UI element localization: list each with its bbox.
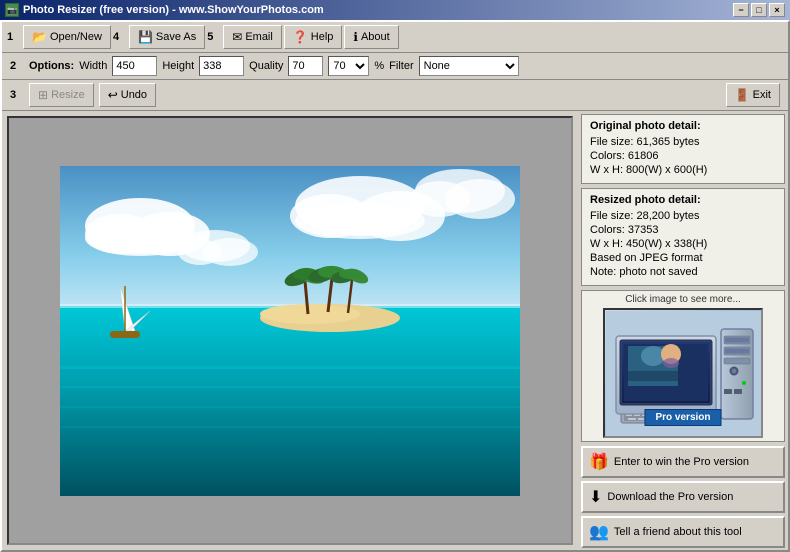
width-label: Width (79, 60, 107, 72)
close-button[interactable]: × (769, 3, 785, 17)
resized-detail-box: Resized photo detail: File size: 28,200 … (581, 188, 785, 286)
options-row: 2 Options: Width Height Quality 70809010… (2, 53, 788, 80)
resized-format: Based on JPEG format (590, 252, 776, 264)
original-colors: Colors: 61806 (590, 150, 776, 162)
right-panel: Original photo detail: File size: 61,365… (578, 111, 788, 550)
download-pro-icon: ⬇ (589, 487, 602, 507)
content-area: Original photo detail: File size: 61,365… (2, 111, 788, 550)
email-button[interactable]: ✉ Email (223, 25, 282, 49)
height-input[interactable] (199, 56, 244, 76)
title-bar: 📷 Photo Resizer (free version) - www.Sho… (0, 0, 790, 20)
options-label: Options: (29, 60, 74, 72)
step2-label: 2 (10, 60, 22, 72)
pro-version-badge: Pro version (644, 409, 721, 426)
photo-image (60, 166, 520, 496)
resized-colors: Colors: 37353 (590, 224, 776, 236)
resize-button[interactable]: ⊞ Resize (29, 83, 94, 107)
email-icon: ✉ (232, 30, 242, 44)
enter-pro-button[interactable]: 🎁 Enter to win the Pro version (581, 446, 785, 478)
filter-label: Filter (389, 60, 413, 72)
original-detail-title: Original photo detail: (590, 120, 776, 132)
quality-input[interactable] (288, 56, 323, 76)
step5-label: 5 (207, 31, 219, 43)
width-input[interactable] (112, 56, 157, 76)
filter-select[interactable]: NoneSharpenBlurGrayscale (419, 56, 519, 76)
save-as-button[interactable]: 💾 Save As (129, 25, 205, 49)
title-text: Photo Resizer (free version) - www.ShowY… (23, 4, 324, 16)
app-icon: 📷 (5, 3, 19, 17)
about-icon: ℹ (353, 30, 358, 44)
photo-svg (60, 166, 520, 496)
undo-icon: ↩ (108, 88, 118, 102)
toolbar: 1 📂 Open/New 4 💾 Save As 5 ✉ Email ❓ Hel… (2, 22, 788, 53)
promo-image[interactable]: Pro version (603, 308, 763, 438)
step1-label: 1 (7, 31, 19, 43)
resized-filesize: File size: 28,200 bytes (590, 210, 776, 222)
resized-note: Note: photo not saved (590, 266, 776, 278)
tell-friend-icon: 👥 (589, 522, 609, 542)
maximize-button[interactable]: □ (751, 3, 767, 17)
quality-unit: % (374, 60, 384, 72)
enter-pro-icon: 🎁 (589, 452, 609, 472)
open-new-button[interactable]: 📂 Open/New (23, 25, 111, 49)
exit-button[interactable]: 🚪 Exit (726, 83, 780, 107)
save-icon: 💾 (138, 30, 153, 44)
quality-label: Quality (249, 60, 283, 72)
original-detail-box: Original photo detail: File size: 61,365… (581, 114, 785, 184)
tell-friend-button[interactable]: 👥 Tell a friend about this tool (581, 516, 785, 548)
resized-dimensions: W x H: 450(W) x 338(H) (590, 238, 776, 250)
minimize-button[interactable]: − (733, 3, 749, 17)
open-icon: 📂 (32, 30, 47, 44)
help-icon: ❓ (293, 30, 308, 44)
window-controls: − □ × (733, 3, 785, 17)
step3-label: 3 (10, 89, 22, 101)
about-button[interactable]: ℹ About (344, 25, 398, 49)
photo-area (7, 116, 573, 545)
download-pro-button[interactable]: ⬇ Download the Pro version (581, 481, 785, 513)
original-dimensions: W x H: 800(W) x 600(H) (590, 164, 776, 176)
height-label: Height (162, 60, 194, 72)
action-row: 3 ⊞ Resize ↩ Undo 🚪 Exit (2, 80, 788, 111)
resize-icon: ⊞ (38, 88, 48, 102)
help-button[interactable]: ❓ Help (284, 25, 343, 49)
promo-box[interactable]: Click image to see more... (581, 290, 785, 442)
exit-icon: 🚪 (735, 88, 750, 102)
original-filesize: File size: 61,365 bytes (590, 136, 776, 148)
step4-label: 4 (113, 31, 125, 43)
quality-percent[interactable]: 708090100 (328, 56, 369, 76)
undo-button[interactable]: ↩ Undo (99, 83, 156, 107)
promo-click-label: Click image to see more... (585, 294, 781, 305)
main-window: 1 📂 Open/New 4 💾 Save As 5 ✉ Email ❓ Hel… (0, 20, 790, 552)
resized-detail-title: Resized photo detail: (590, 194, 776, 206)
